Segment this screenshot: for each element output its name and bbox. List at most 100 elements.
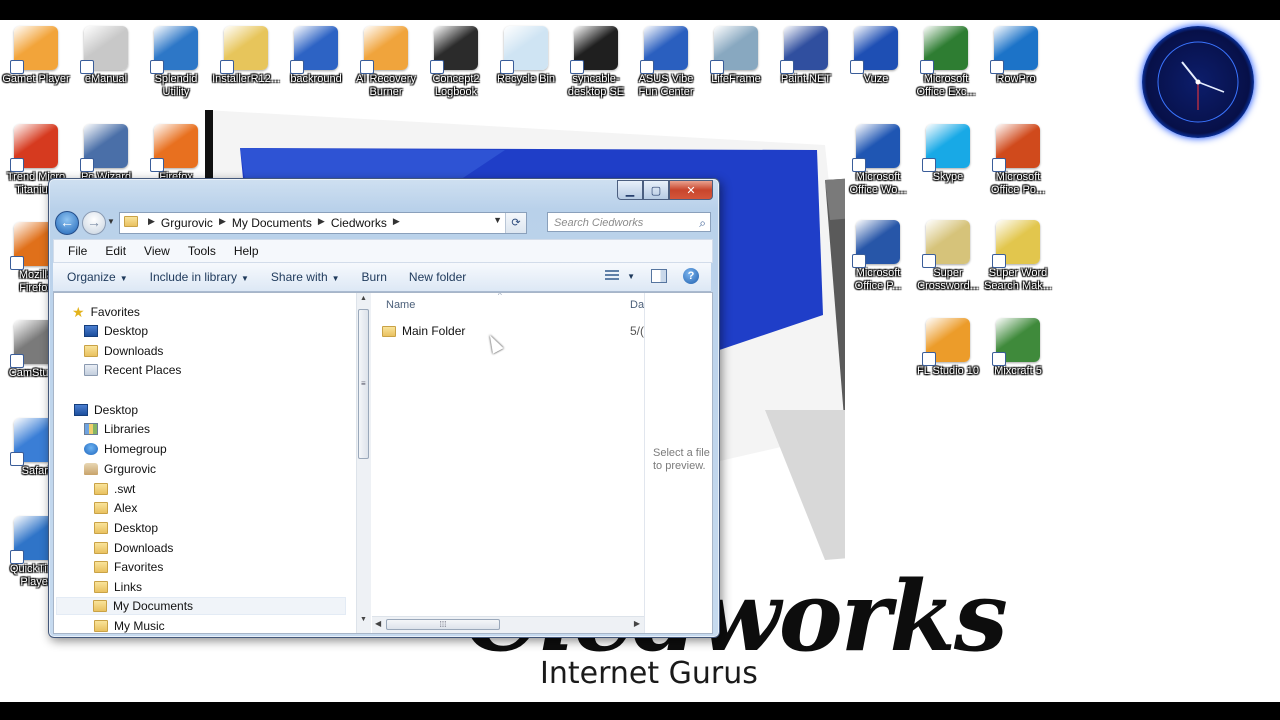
file-list[interactable]: Name ^ Da Main Folder 5/( ◀ ⁞⁞⁞ ▶ (372, 293, 644, 633)
navigation-pane[interactable]: ★ Favorites Desktop Downloads Recent Pla… (54, 293, 358, 633)
nav-folder-desktop[interactable]: Desktop (94, 519, 158, 537)
nav-user-grgurovic[interactable]: Grgurovic (84, 460, 156, 478)
close-button[interactable]: ✕ (669, 180, 713, 200)
desktop-icon-fl-studio-10[interactable]: FL Studio 10 (912, 318, 984, 378)
nav-favorites-desktop[interactable]: Desktop (84, 322, 148, 340)
forward-button[interactable]: → (82, 211, 106, 235)
breadcrumb-item-grgurovic[interactable]: Grgurovic (157, 216, 217, 230)
desktop-icon-ai-recovery-burner[interactable]: AI Recovery Burner (350, 26, 422, 99)
new-folder-button[interactable]: New folder (395, 270, 474, 284)
menu-view[interactable]: View (135, 244, 179, 258)
scroll-up-icon[interactable]: ▲ (360, 295, 367, 302)
search-icon[interactable]: ⌕ (699, 213, 706, 233)
help-icon[interactable]: ? (683, 268, 699, 284)
breadcrumb-separator-icon[interactable]: ▶ (316, 216, 327, 230)
desktop-icon-firefox[interactable]: Firefox (140, 124, 212, 184)
nav-folder-my-music[interactable]: My Music (94, 617, 165, 633)
desktop-icon-syncable-desktop-se[interactable]: syncable- desktop SE (560, 26, 632, 99)
desktop-icon-installerr12[interactable]: InstallerR12... (210, 26, 282, 86)
menu-tools[interactable]: Tools (179, 244, 225, 258)
include-in-library-button[interactable]: Include in library ▼ (136, 270, 257, 284)
nav-folder-favorites[interactable]: Favorites (94, 558, 163, 576)
nav-homegroup[interactable]: Homegroup (84, 440, 167, 458)
desktop-icon-microsoft-office-po[interactable]: Microsoft Office Po... (982, 124, 1054, 197)
minimize-button[interactable]: ▁ (617, 180, 643, 200)
menu-edit[interactable]: Edit (96, 244, 135, 258)
burn-label: Burn (361, 270, 387, 284)
breadcrumb-item-my-documents[interactable]: My Documents (228, 216, 316, 230)
nav-folder-alex[interactable]: Alex (94, 499, 137, 517)
desktop-icon-label: AI Recovery Burner (356, 73, 416, 98)
back-button[interactable]: ← (55, 211, 79, 235)
desktop-icon-microsoft-office-p[interactable]: Microsoft Office P... (842, 220, 914, 293)
desktop-icon-microsoft-office-exc[interactable]: Microsoft Office Exc... (910, 26, 982, 99)
menu-file[interactable]: File (54, 244, 96, 258)
nav-favorites-downloads[interactable]: Downloads (84, 342, 163, 360)
folder-icon (93, 600, 107, 612)
share-with-button[interactable]: Share with ▼ (257, 270, 348, 284)
chevron-down-icon: ▼ (241, 274, 249, 283)
desktop-icon-rowpro[interactable]: RowPro (980, 26, 1052, 86)
explorer-window[interactable]: ▁ ▢ ✕ ← → ▼ ▶ Grgurovic ▶ My Documents ▶… (48, 178, 720, 638)
breadcrumb-separator-icon[interactable]: ▶ (391, 216, 402, 230)
desktop-icon-microsoft-office-wo[interactable]: Microsoft Office Wo... (842, 124, 914, 197)
column-date[interactable]: Da (630, 299, 644, 311)
nav-favorites-recent-places[interactable]: Recent Places (84, 361, 181, 379)
desktop-icon-super-word-search-mak[interactable]: Super Word Search Mak... (982, 220, 1054, 293)
refresh-icon[interactable]: ⟳ (505, 213, 526, 233)
nav-favorites[interactable]: ★ Favorites (72, 303, 140, 321)
desktop-icon-label: Vuze (863, 73, 889, 85)
address-dropdown-icon[interactable]: ▼ (493, 215, 502, 225)
folder-icon (94, 522, 108, 534)
breadcrumb-separator-icon[interactable]: ▶ (217, 216, 228, 230)
search-input[interactable]: Search Ciedworks ⌕ (547, 212, 711, 232)
new-folder-label: New folder (408, 270, 467, 284)
column-name[interactable]: Name (386, 299, 415, 311)
file-list-hscrollbar[interactable]: ◀ ⁞⁞⁞ ▶ (372, 616, 644, 633)
nav-pane-scrollbar[interactable]: ▲ ≡ ▼ (356, 293, 371, 633)
super-crossword-icon (922, 220, 970, 268)
star-icon: ★ (72, 304, 85, 320)
scroll-right-icon[interactable]: ▶ (634, 619, 640, 628)
desktop-icon-lifeframe[interactable]: LifeFrame (700, 26, 772, 86)
desktop-icon-label: eManual (84, 73, 128, 85)
recent-pages-dropdown[interactable]: ▼ (107, 217, 115, 226)
desktop-icon-vuze[interactable]: Vuze (840, 26, 912, 86)
desktop-icon-backround[interactable]: backround (280, 26, 352, 86)
maximize-button[interactable]: ▢ (643, 180, 669, 200)
desktop-icon-concept2-logbook[interactable]: Concept2 Logbook (420, 26, 492, 99)
nav-folder-links[interactable]: Links (94, 578, 142, 596)
change-view-button[interactable]: ▼ (605, 270, 635, 282)
address-bar[interactable]: ▶ Grgurovic ▶ My Documents ▶ Ciedworks ▶… (119, 212, 527, 234)
scrollbar-thumb[interactable]: ⁞⁞⁞ (386, 619, 500, 630)
breadcrumb-item-ciedworks[interactable]: Ciedworks (327, 216, 391, 230)
burn-button[interactable]: Burn (348, 270, 395, 284)
menu-help[interactable]: Help (225, 244, 268, 258)
desktop-icon-splendid-utility[interactable]: Splendid Utility (140, 26, 212, 99)
desktop-icon-label: Microsoft Office Po... (990, 171, 1046, 196)
desktop-icon-emanual[interactable]: eManual (70, 26, 142, 86)
desktop-icon-pc-wizard[interactable]: Pc Wizard (70, 124, 142, 184)
file-row[interactable]: Main Folder 5/( (382, 321, 644, 341)
lifeframe-icon (710, 26, 758, 74)
desktop-icon-recycle-bin[interactable]: Recycle Bin (490, 26, 562, 86)
nav-label: Favorites (114, 560, 164, 574)
chevron-down-icon: ▼ (627, 271, 635, 281)
nav-folder-my-documents[interactable]: My Documents (56, 597, 346, 615)
nav-libraries[interactable]: Libraries (84, 420, 150, 438)
preview-pane-icon[interactable] (651, 269, 667, 283)
desktop-icon-paint-net[interactable]: Paint.NET (770, 26, 842, 86)
file-date: 5/( (630, 324, 645, 338)
clock-gadget[interactable] (1142, 26, 1254, 138)
desktop-icon-mixcraft-5[interactable]: Mixcraft 5 (982, 318, 1054, 378)
desktop-icon-gamet-player[interactable]: Gamet Player (0, 26, 72, 86)
desktop-icon-skype[interactable]: Skype (912, 124, 984, 184)
nav-desktop[interactable]: Desktop (74, 401, 138, 419)
desktop-icon-super-crossword[interactable]: Super Crossword... (912, 220, 984, 293)
scroll-down-icon[interactable]: ▼ (360, 616, 367, 623)
nav-folder-swt[interactable]: .swt (94, 480, 135, 498)
desktop-icon-asus-vibe-fun-center[interactable]: ASUS Vibe Fun Center (630, 26, 702, 99)
organize-button[interactable]: Organize ▼ (53, 270, 136, 284)
nav-folder-downloads[interactable]: Downloads (94, 539, 173, 557)
scroll-left-icon[interactable]: ◀ (375, 619, 381, 628)
